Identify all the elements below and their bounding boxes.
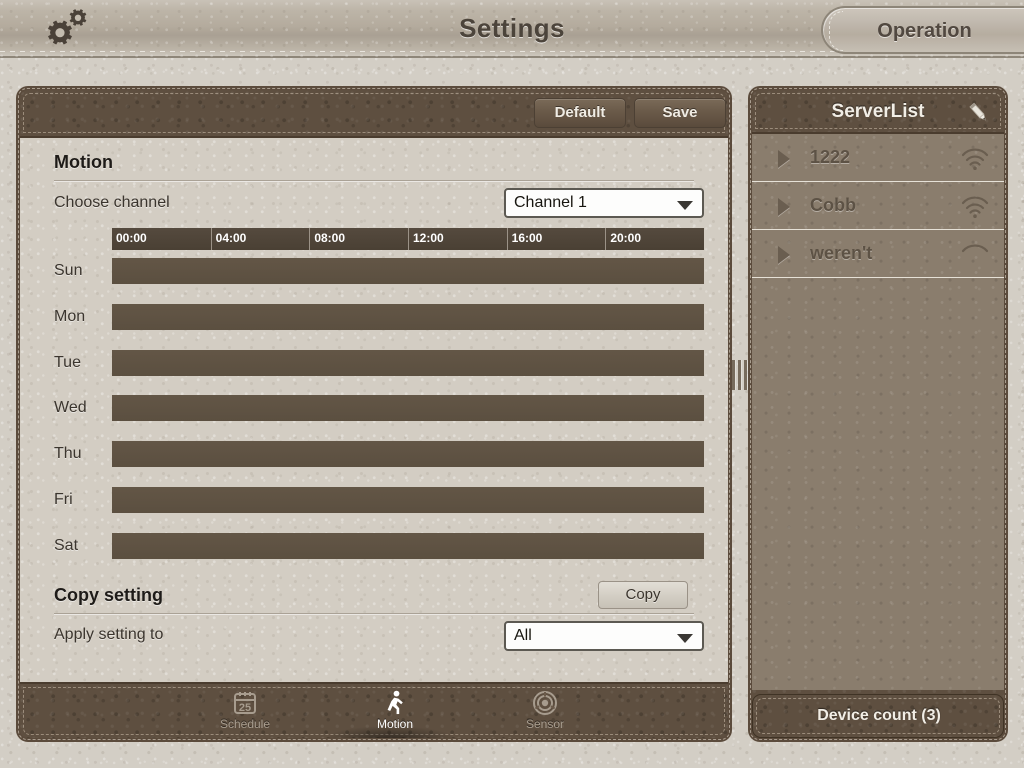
channel-select[interactable]: Channel 1	[504, 188, 704, 218]
choose-channel-label: Choose channel	[54, 194, 170, 211]
chevron-right-icon[interactable]	[778, 246, 790, 264]
apply-setting-value: All	[514, 627, 532, 644]
timeline-day-label: Thu	[54, 445, 82, 463]
timeline-row[interactable]	[112, 532, 704, 559]
server-list-item[interactable]: Cobb	[752, 182, 1004, 230]
device-count-footer: Device count (3)	[752, 694, 1004, 738]
server-list-item[interactable]: weren't	[752, 230, 1004, 278]
timeline-row[interactable]	[112, 487, 704, 513]
timeline-tick: 04:00	[210, 228, 310, 250]
timeline-tick-label: 00:00	[116, 231, 147, 245]
wifi-icon	[960, 241, 990, 267]
wifi-arc	[965, 203, 985, 210]
server-name: weren't	[810, 243, 873, 263]
drag-handle-icon[interactable]	[732, 360, 748, 390]
server-list-header: ServerList	[752, 90, 1004, 134]
wifi-arc	[961, 244, 989, 253]
timeline-day-label: Wed	[54, 399, 87, 417]
pencil-icon[interactable]	[966, 100, 992, 126]
server-name: Cobb	[810, 195, 856, 215]
apply-setting-select[interactable]: All	[504, 621, 704, 651]
timeline-day-label: Tue	[54, 353, 81, 371]
tab-schedule[interactable]: 25 Schedule	[190, 688, 300, 736]
wifi-arc	[961, 196, 989, 205]
default-button[interactable]: Default	[534, 98, 626, 128]
timeline-tick: 00:00	[112, 228, 211, 250]
tab-sensor-label: Sensor	[525, 717, 565, 731]
settings-panel: Default Save Motion Choose channel Chann…	[16, 86, 732, 742]
walking-person-icon	[340, 689, 450, 715]
timeline-header: 00:00 04:00 08:00 12:00 16:00 20:00	[112, 228, 704, 250]
chevron-down-icon	[677, 201, 693, 210]
panel-toolbar: Default Save	[20, 90, 728, 138]
timeline-tick: 20:00	[605, 228, 704, 250]
wifi-arc	[961, 148, 989, 157]
timeline-tick-label: 16:00	[511, 231, 543, 245]
timeline-row[interactable]	[112, 395, 704, 422]
timeline-tick-label: 20:00	[610, 231, 642, 245]
motion-section-title: Motion	[54, 152, 113, 172]
calendar-icon: 25	[190, 689, 300, 715]
wifi-icon	[960, 193, 990, 219]
server-list-item[interactable]: 1222	[752, 134, 1004, 182]
copy-section-title: Copy setting	[54, 585, 164, 605]
motion-section-divider	[54, 180, 694, 181]
timeline-tick: 12:00	[408, 228, 507, 250]
timeline-row[interactable]	[112, 258, 704, 284]
chevron-right-icon[interactable]	[778, 198, 790, 216]
bottom-tab-bar: 25 Schedule Motion Sensor	[20, 682, 728, 738]
calendar-day-number: 25	[239, 702, 251, 714]
timeline-day-label: Sun	[54, 262, 83, 279]
apply-setting-label: Apply setting to	[54, 626, 164, 643]
timeline-day-label: Fri	[54, 491, 73, 508]
server-items[interactable]: 1222 Cobb weren't	[752, 134, 1004, 690]
server-name: 1222	[810, 147, 851, 167]
sensor-target-icon	[490, 689, 600, 715]
wifi-icon	[960, 145, 990, 171]
channel-select-value: Channel 1	[514, 194, 587, 211]
chevron-down-icon	[677, 634, 693, 643]
timeline-row[interactable]	[112, 441, 704, 468]
wifi-dot	[973, 214, 977, 218]
chevron-right-icon[interactable]	[778, 150, 790, 168]
tab-schedule-label: Schedule	[219, 717, 271, 731]
timeline-tick: 16:00	[506, 228, 606, 250]
timeline-tick-label: 08:00	[314, 231, 346, 245]
settings-content: Motion Choose channel Channel 1 00:00 04:…	[20, 138, 728, 716]
copy-section-divider	[54, 613, 694, 614]
tab-operation[interactable]: Operation	[821, 6, 1024, 54]
server-list-panel: ServerList 1222 Cobb weren't Device count …	[748, 86, 1008, 742]
timeline-day-label: Mon	[54, 307, 86, 325]
wifi-arc	[969, 161, 981, 166]
timeline-day-label: Sat	[54, 536, 79, 554]
wifi-arc	[969, 209, 981, 214]
wifi-dot	[973, 166, 977, 170]
wifi-arc	[965, 155, 985, 162]
timeline-tick-label: 04:00	[215, 231, 247, 245]
tab-operation-label: Operation	[877, 20, 972, 42]
tab-sensor[interactable]: Sensor	[490, 688, 600, 736]
timeline-tick: 08:00	[309, 228, 408, 250]
timeline-row[interactable]	[112, 303, 704, 330]
app-header: Settings Operation	[0, 0, 1024, 58]
timeline-tick-label: 12:00	[413, 231, 444, 245]
timeline-row[interactable]	[112, 349, 704, 376]
save-button[interactable]: Save	[634, 98, 726, 128]
device-count-label: Device count (3)	[817, 707, 941, 724]
copy-button[interactable]: Copy	[598, 581, 688, 609]
